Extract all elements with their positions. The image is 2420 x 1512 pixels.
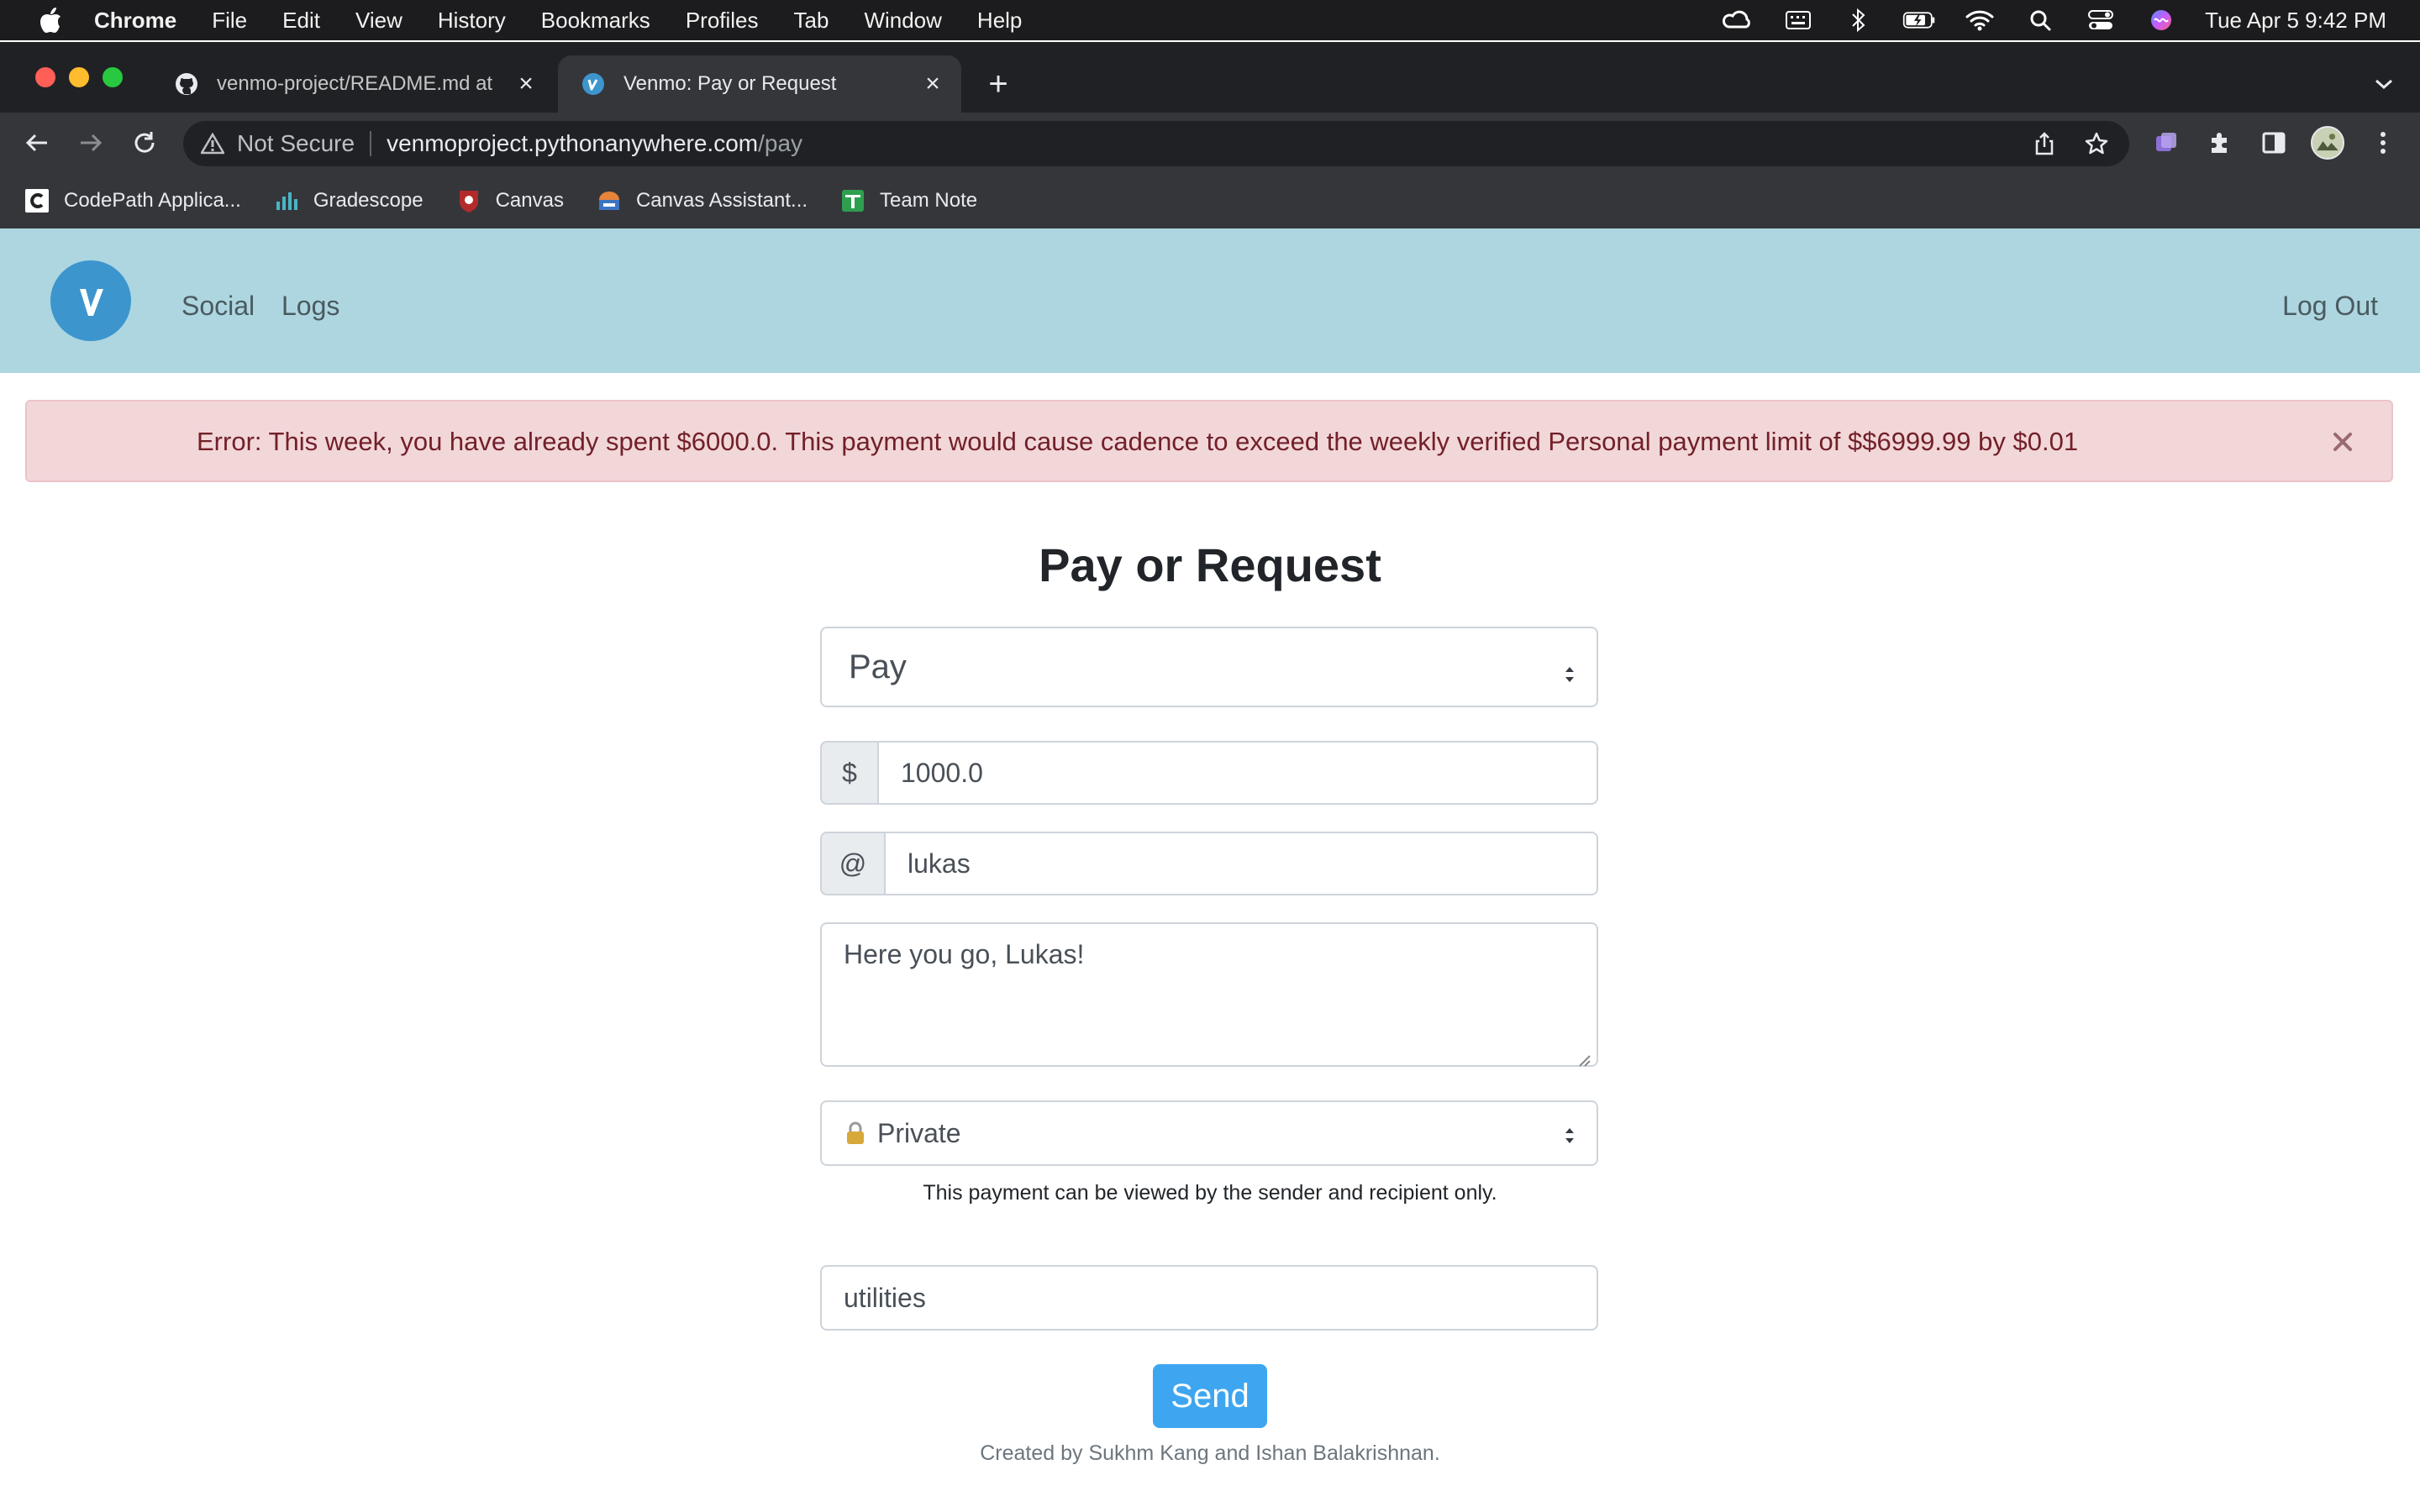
browser-window: venmo-project/README.md at × Venmo: Pay … (0, 42, 2420, 228)
url-host: venmoproject.pythonanywhere.com (387, 130, 759, 156)
amount-input-group: $ 1000.0 (820, 741, 1598, 805)
share-icon[interactable] (2032, 131, 2057, 156)
wifi-icon[interactable] (1963, 8, 1996, 33)
menu-profiles[interactable]: Profiles (686, 8, 759, 34)
bookmark-label: Team Note (880, 189, 978, 212)
menu-edit[interactable]: Edit (282, 8, 320, 34)
note-text: Here you go, Lukas! (844, 939, 1085, 969)
tab-search-chevron-icon[interactable] (2371, 74, 2396, 94)
codepath-icon (24, 187, 50, 214)
menu-history[interactable]: History (438, 8, 506, 34)
menu-tab[interactable]: Tab (794, 8, 829, 34)
site-navbar: Social Logs Log Out (0, 228, 2420, 373)
reload-icon[interactable] (128, 126, 161, 160)
resize-grip-icon[interactable] (1575, 1043, 1591, 1067)
bookmark-star-icon[interactable] (2084, 131, 2109, 156)
tab-title: venmo-project/README.md at (217, 72, 493, 95)
close-icon[interactable] (2328, 427, 2358, 457)
tab-title: Venmo: Pay or Request (623, 72, 837, 95)
tag-input[interactable]: utilities (820, 1265, 1598, 1331)
bookmark-canvas[interactable]: Canvas (455, 187, 564, 214)
logout-link[interactable]: Log Out (2282, 291, 2378, 322)
menu-help[interactable]: Help (977, 8, 1022, 34)
address-separator (370, 131, 372, 156)
privacy-select-value: Private (877, 1117, 961, 1148)
menu-app-name[interactable]: Chrome (94, 8, 176, 34)
side-panel-icon[interactable] (2257, 126, 2291, 160)
action-select[interactable]: Pay (820, 627, 1598, 707)
bookmark-canvas-assistant[interactable]: Canvas Assistant... (596, 187, 808, 214)
canvas-icon (455, 187, 482, 214)
footer-credits: Created by Sukhm Kang and Ishan Balakris… (980, 1441, 1440, 1465)
battery-icon[interactable] (1902, 8, 1936, 33)
zoom-window-button[interactable] (103, 67, 123, 87)
amount-input[interactable]: 1000.0 (877, 741, 1598, 805)
amount-prefix: $ (820, 741, 877, 805)
bookmark-codepath[interactable]: CodePath Applica... (24, 187, 241, 214)
menu-window[interactable]: Window (864, 8, 941, 34)
bookmark-label: Canvas Assistant... (635, 189, 808, 212)
tab-readme[interactable]: venmo-project/README.md at × (151, 55, 555, 113)
menu-file[interactable]: File (212, 8, 247, 34)
select-arrows-icon (1563, 1122, 1576, 1144)
warning-triangle-icon[interactable] (200, 131, 225, 156)
bookmarks-bar: CodePath Applica... Gradescope Canvas Ca… (0, 173, 2420, 228)
select-arrows-icon (1563, 656, 1576, 682)
tab-venmo[interactable]: Venmo: Pay or Request × (558, 55, 961, 113)
forward-arrow-icon[interactable] (74, 126, 108, 160)
menu-clock[interactable]: Tue Apr 5 9:42 PM (2205, 8, 2386, 34)
bookmark-label: Gradescope (313, 189, 424, 212)
close-tab-icon[interactable]: × (513, 70, 539, 97)
apple-icon[interactable] (34, 3, 67, 37)
error-alert: Error: This week, you have already spent… (25, 400, 2393, 482)
close-tab-icon[interactable]: × (919, 70, 946, 97)
new-tab-button[interactable]: + (981, 67, 1015, 101)
bookmark-gradescope[interactable]: Gradescope (273, 187, 424, 214)
team-note-icon (839, 187, 866, 214)
venmo-icon (581, 72, 605, 96)
privacy-help-text: This payment can be viewed by the sender… (923, 1181, 1497, 1205)
control-center-icon[interactable] (2084, 8, 2118, 33)
venmo-logo[interactable] (50, 260, 131, 341)
more-menu-icon[interactable] (2366, 126, 2400, 160)
url-path: /pay (758, 130, 803, 156)
creative-cloud-icon[interactable] (1721, 8, 1754, 33)
note-textarea[interactable]: Here you go, Lukas! (820, 922, 1598, 1067)
recipient-input-group: @ lukas (820, 832, 1598, 895)
bookmark-label: CodePath Applica... (64, 189, 241, 212)
github-icon (175, 72, 198, 96)
menu-bookmarks[interactable]: Bookmarks (541, 8, 650, 34)
tab-strip: venmo-project/README.md at × Venmo: Pay … (0, 42, 2420, 113)
error-message: Error: This week, you have already spent… (197, 427, 2079, 456)
security-label[interactable]: Not Secure (237, 130, 355, 157)
macos-menu-bar: Chrome File Edit View History Bookmarks … (0, 0, 2420, 40)
close-window-button[interactable] (35, 67, 55, 87)
action-select-value: Pay (849, 648, 907, 685)
address-bar[interactable]: Not Secure venmoproject.pythonanywhere.c… (183, 121, 2129, 166)
lock-icon (844, 1120, 867, 1147)
siri-icon[interactable] (2144, 8, 2178, 33)
privacy-select[interactable]: Private (820, 1100, 1598, 1166)
extension-layers-icon[interactable] (2149, 126, 2183, 160)
tag-input-value: utilities (844, 1282, 926, 1313)
canvas-assistant-icon (596, 187, 623, 214)
bookmark-label: Canvas (495, 189, 564, 212)
nav-link-social[interactable]: Social (182, 291, 255, 322)
browser-toolbar: Not Secure venmoproject.pythonanywhere.c… (0, 113, 2420, 173)
nav-link-logs[interactable]: Logs (281, 291, 339, 322)
gradescope-icon (273, 187, 300, 214)
profile-avatar[interactable] (2311, 126, 2344, 160)
keyboard-icon[interactable] (1781, 8, 1815, 33)
menu-view[interactable]: View (355, 8, 402, 34)
back-arrow-icon[interactable] (20, 126, 54, 160)
spotlight-search-icon[interactable] (2023, 8, 2057, 33)
send-button[interactable]: Send (1153, 1364, 1267, 1428)
recipient-prefix: @ (820, 832, 884, 895)
minimize-window-button[interactable] (69, 67, 89, 87)
page-title: Pay or Request (1039, 538, 1381, 591)
bookmark-team-note[interactable]: Team Note (839, 187, 977, 214)
bluetooth-icon[interactable] (1842, 8, 1876, 33)
recipient-input[interactable]: lukas (884, 832, 1598, 895)
extensions-puzzle-icon[interactable] (2203, 126, 2237, 160)
